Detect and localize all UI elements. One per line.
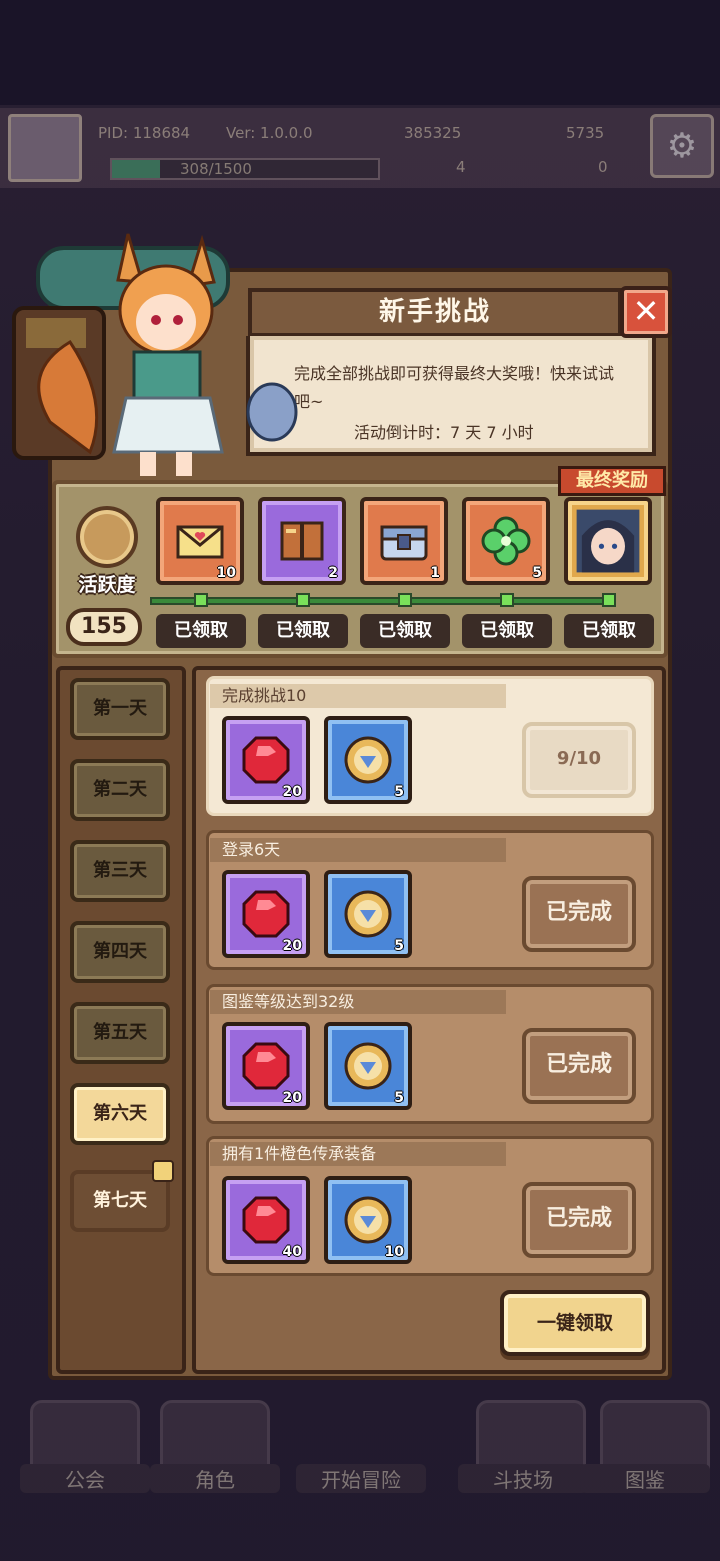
milestone-dot [296,593,310,607]
background-pid: PID: 118684 [98,124,191,142]
lock-icon [152,1160,174,1182]
item-qty: 5 [394,784,404,800]
milestone-status: 已领取 [258,614,348,648]
item-qty: 20 [282,938,302,954]
task-title: 完成挑战10 [210,684,506,708]
close-icon: ✕ [632,292,660,330]
milestone-dot [602,593,616,607]
milestone-reward-book[interactable]: 2 [258,497,346,585]
activity-progress-track [150,597,616,605]
background-version: Ver: 1.0.0.0 [226,124,313,142]
milestone-reward-clover[interactable]: 5 [462,497,550,585]
tab-day-2[interactable]: 第二天 [70,759,170,821]
hero-portrait-icon [576,509,640,573]
background-gems: 5735 [566,124,605,142]
tab-day-4[interactable]: 第四天 [70,921,170,983]
milestone-dot [398,593,412,607]
dialog-description: 完成全部挑战即可获得最终大奖哦！快来试试吧~ [294,364,615,411]
envelope-icon [176,525,224,559]
final-reward-hero[interactable] [564,497,652,585]
task-title: 登录6天 [210,838,506,862]
reward-item-token[interactable]: 5 [324,870,412,958]
milestone-qty: 10 [216,565,236,581]
background-xp: 308/1500 [180,160,252,178]
task-progress: 9/10 [522,722,636,798]
task-completed-button[interactable]: 已完成 [522,1028,636,1104]
activity-coin-icon [344,890,392,938]
reward-item-ruby[interactable]: 20 [222,1022,310,1110]
task-title: 拥有1件橙色传承装备 [210,1142,506,1166]
background-nav-codex: 图鉴 [580,1464,710,1493]
close-button[interactable]: ✕ [620,286,672,338]
milestone-qty: 1 [430,565,440,581]
task-completed-button[interactable]: 已完成 [522,1182,636,1258]
reward-item-token[interactable]: 5 [324,716,412,804]
book-icon [280,521,324,561]
activity-label: 活跃度 [78,574,136,596]
milestone-status: 已领取 [564,614,654,648]
milestone-status: 已领取 [462,614,552,648]
tab-day-5[interactable]: 第五天 [70,1002,170,1064]
task-completed-button[interactable]: 已完成 [522,876,636,952]
final-reward-label: 最终奖励 [558,466,666,496]
claim-all-button[interactable]: 一键领取 [500,1290,650,1356]
background-avatar [8,114,82,182]
activity-coin-icon [344,1196,392,1244]
ruby-gem-icon [242,1196,290,1244]
chest-icon [380,525,428,561]
milestone-qty: 2 [328,565,338,581]
reward-item-ruby[interactable]: 20 [222,870,310,958]
item-qty: 5 [394,1090,404,1106]
tab-day-3[interactable]: 第三天 [70,840,170,902]
ruby-gem-icon [242,890,290,938]
ruby-gem-icon [242,736,290,784]
background-stat-a: 4 [456,158,466,176]
activity-coin-icon [344,1042,392,1090]
milestone-status: 已领取 [156,614,246,648]
reward-item-token[interactable]: 10 [324,1176,412,1264]
reward-item-token[interactable]: 5 [324,1022,412,1110]
milestone-dot [500,593,514,607]
tab-day-6[interactable]: 第六天 [70,1083,170,1145]
background-coins: 385325 [404,124,462,142]
fox-girl-character-illustration [10,222,300,482]
gear-icon: ⚙ [650,114,714,178]
activity-token-icon [76,506,138,568]
task-title: 图鉴等级达到32级 [210,990,506,1014]
milestone-reward-chest[interactable]: 1 [360,497,448,585]
background-nav-bar: 公会 角色 开始冒险 斗技场 图鉴 [0,1400,720,1500]
background-stat-b: 0 [598,158,608,176]
item-qty: 20 [282,1090,302,1106]
background-nav-arena: 斗技场 [458,1464,588,1493]
activity-count: 155 [66,608,142,646]
ruby-gem-icon [242,1042,290,1090]
activity-coin-icon [344,736,392,784]
tab-day-1[interactable]: 第一天 [70,678,170,740]
milestone-qty: 5 [532,565,542,581]
background-nav-character: 角色 [150,1464,280,1493]
background-nav-guild: 公会 [20,1464,150,1493]
milestone-status: 已领取 [360,614,450,648]
event-countdown: 活动倒计时：7 天 7 小时 [354,423,534,442]
reward-item-ruby[interactable]: 40 [222,1176,310,1264]
background-nav-adventure: 开始冒险 [296,1464,426,1493]
item-qty: 40 [282,1244,302,1260]
dialog-title: 新手挑战 [248,288,622,336]
reward-item-ruby[interactable]: 20 [222,716,310,804]
milestone-reward-envelope[interactable]: 10 [156,497,244,585]
item-qty: 5 [394,938,404,954]
item-qty: 20 [282,784,302,800]
clover-icon [481,516,531,566]
milestone-dot [194,593,208,607]
item-qty: 10 [384,1244,404,1260]
